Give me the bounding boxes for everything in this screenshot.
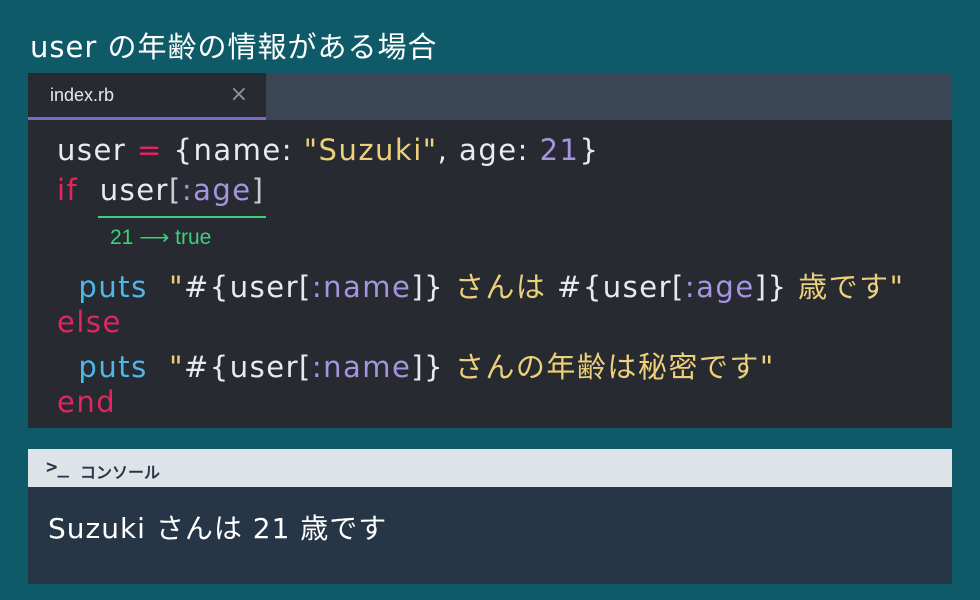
code-line-4: else [57, 305, 122, 339]
code-token: さんの年齢は秘密です" [444, 350, 775, 384]
page-title: user の年齢の情報がある場合 [30, 30, 438, 64]
code-line-6: end [57, 385, 116, 419]
code-token: else [57, 305, 122, 339]
code-token: end [57, 385, 117, 419]
code-token: if [57, 173, 79, 207]
code-token: ] [251, 173, 265, 207]
code-line-2: if user[:age] [57, 173, 264, 207]
code-token: #{user[ [557, 270, 685, 304]
code-token: 歳です" [787, 270, 905, 304]
code-editor: index.rb × user = {name: "Suzuki", age: … [28, 73, 952, 428]
editor-tab-bar: index.rb × [28, 73, 952, 120]
condition-underline [98, 216, 266, 218]
code-token: :name [311, 270, 412, 304]
code-line-3: puts "#{user[:name]} さんは #{user[:age]} 歳… [57, 264, 905, 306]
code-token: ]} [411, 350, 445, 384]
code-token: #{user[ [184, 270, 312, 304]
annotation-result: true [175, 226, 212, 249]
code-token: ]} [754, 270, 788, 304]
code-token: "Suzuki" [303, 133, 438, 167]
code-token: さんは [444, 270, 558, 304]
code-token: :name [311, 350, 412, 384]
console-header: >_ コンソール [28, 449, 952, 487]
code-token: " [147, 270, 184, 304]
code-token: = [136, 133, 163, 167]
console-label: コンソール [80, 463, 161, 482]
tab-index-rb[interactable]: index.rb × [28, 73, 266, 120]
code-token: puts [57, 350, 148, 384]
code-token: #{user[ [184, 350, 312, 384]
code-token: :age [181, 173, 252, 207]
code-token: 21 [539, 133, 580, 167]
code-token: user [57, 133, 137, 167]
code-line-1: user = {name: "Suzuki", age: 21} [57, 133, 599, 167]
code-token: :age [684, 270, 755, 304]
code-token: , age: [437, 133, 540, 167]
console-panel: >_ コンソール Suzuki さんは 21 歳です [28, 449, 952, 584]
code-token: user [78, 173, 169, 207]
code-token: ]} [411, 270, 445, 304]
arrow-right-icon: ⟶ [139, 226, 170, 249]
code-token: puts [57, 270, 148, 304]
console-output: Suzuki さんは 21 歳です [48, 512, 388, 545]
annotation-value: 21 [110, 226, 134, 249]
code-line-5: puts "#{user[:name]} さんの年齢は秘密です" [57, 344, 775, 386]
code-token: " [147, 350, 184, 384]
code-token: } [579, 133, 600, 167]
tab-filename: index.rb [50, 85, 115, 105]
condition-annotation: 21 ⟶ true [110, 225, 211, 250]
terminal-prompt-icon: >_ [46, 456, 69, 478]
code-token: {name: [162, 133, 304, 167]
close-icon[interactable]: × [230, 82, 248, 107]
code-token: [ [168, 173, 182, 207]
